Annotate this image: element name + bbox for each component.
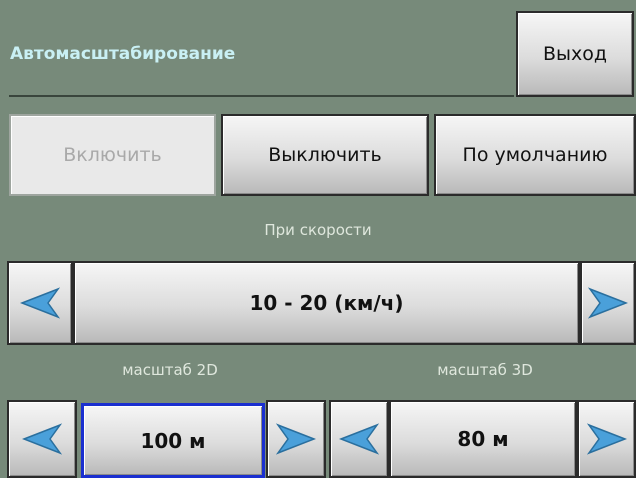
arrow-right-icon: [588, 286, 628, 320]
scale-3d-next-button[interactable]: [577, 400, 636, 478]
enable-button[interactable]: Включить: [9, 114, 216, 196]
arrow-left-icon: [339, 422, 379, 456]
arrow-right-icon: [586, 422, 627, 456]
arrow-right-icon: [276, 422, 316, 456]
speed-label: При скорости: [264, 221, 372, 239]
scale-2d-value-display[interactable]: 100 м: [81, 403, 265, 478]
default-button[interactable]: По умолчанию: [434, 114, 636, 196]
speed-value: 10 - 20 (км/ч): [249, 291, 404, 315]
scale-2d-label: масштаб 2D: [122, 361, 218, 379]
page-title: Автомасштабирование: [10, 44, 236, 64]
disable-button-label: Выключить: [268, 144, 382, 166]
title-divider: [9, 95, 514, 97]
scale-3d-prev-button[interactable]: [329, 400, 389, 478]
scale-3d-label: масштаб 3D: [437, 361, 533, 379]
speed-prev-button[interactable]: [7, 261, 73, 345]
scale-3d-value: 80 м: [457, 427, 509, 451]
speed-value-display[interactable]: 10 - 20 (км/ч): [73, 261, 580, 345]
arrow-left-icon: [20, 286, 60, 320]
arrow-left-icon: [22, 422, 62, 456]
scale-2d-next-button[interactable]: [266, 400, 326, 478]
speed-next-button[interactable]: [580, 261, 636, 345]
exit-button-label: Выход: [542, 43, 608, 65]
exit-button[interactable]: Выход: [516, 11, 634, 97]
scale-2d-value: 100 м: [140, 428, 206, 453]
scale-3d-value-display[interactable]: 80 м: [389, 400, 577, 478]
scale-2d-prev-button[interactable]: [7, 400, 77, 478]
disable-button[interactable]: Выключить: [221, 114, 429, 196]
enable-button-label: Включить: [63, 144, 162, 166]
default-button-label: По умолчанию: [462, 144, 608, 166]
